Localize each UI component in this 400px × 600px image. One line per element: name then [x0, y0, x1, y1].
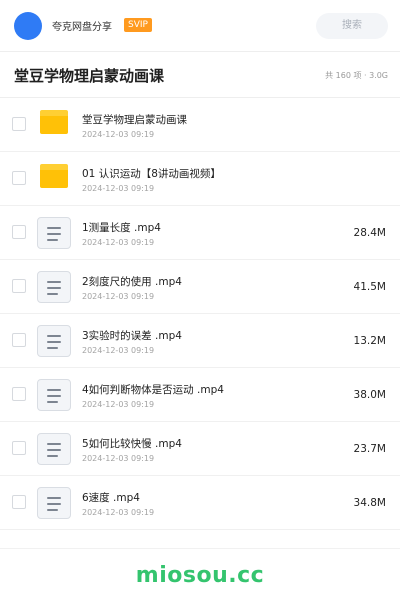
item-date: 2024-12-03 09:19: [82, 346, 155, 355]
item-size: 23.7M: [353, 443, 386, 455]
top-bar: 夸克网盘分享 SVIP 搜索: [0, 0, 400, 52]
select-checkbox[interactable]: [12, 441, 26, 455]
item-size: 13.2M: [353, 335, 386, 347]
select-checkbox[interactable]: [12, 495, 26, 509]
video-file-icon: [37, 325, 71, 357]
item-size: 38.0M: [353, 389, 386, 401]
item-date: 2024-12-03 09:19: [82, 130, 155, 139]
item-date: 2024-12-03 09:19: [82, 508, 155, 517]
select-checkbox[interactable]: [12, 171, 26, 185]
avatar[interactable]: [14, 12, 42, 40]
footer: miosou.cc: [0, 548, 400, 600]
folder-icon: [40, 164, 68, 188]
item-name: 3实验时的误差 .mp4: [82, 330, 182, 342]
item-name: 2刻度尺的使用 .mp4: [82, 276, 182, 288]
list-item[interactable]: 1测量长度 .mp4 2024-12-03 09:19 28.4M: [0, 206, 400, 260]
list-item[interactable]: 5如何比较快慢 .mp4 2024-12-03 09:19 23.7M: [0, 422, 400, 476]
select-checkbox[interactable]: [12, 225, 26, 239]
select-checkbox[interactable]: [12, 279, 26, 293]
item-size: 34.8M: [353, 497, 386, 509]
list-item[interactable]: 01 认识运动【8讲动画视频】 2024-12-03 09:19: [0, 152, 400, 206]
select-checkbox[interactable]: [12, 387, 26, 401]
item-size: 41.5M: [353, 281, 386, 293]
list-item[interactable]: 3实验时的误差 .mp4 2024-12-03 09:19 13.2M: [0, 314, 400, 368]
list-item[interactable]: 2刻度尺的使用 .mp4 2024-12-03 09:19 41.5M: [0, 260, 400, 314]
item-date: 2024-12-03 09:19: [82, 238, 155, 247]
video-file-icon: [37, 433, 71, 465]
page-title: 堂豆学物理启蒙动画课: [14, 67, 165, 85]
watermark: miosou.cc: [135, 563, 265, 588]
item-name: 6速度 .mp4: [82, 492, 140, 504]
video-file-icon: [37, 217, 71, 249]
svip-badge: SVIP: [124, 18, 152, 32]
item-name: 01 认识运动【8讲动画视频】: [82, 168, 221, 180]
folder-icon: [40, 110, 68, 134]
item-name: 5如何比较快慢 .mp4: [82, 438, 182, 450]
select-checkbox[interactable]: [12, 333, 26, 347]
share-username: 夸克网盘分享: [52, 22, 112, 33]
video-file-icon: [37, 487, 71, 519]
folder-header: 堂豆学物理启蒙动画课 共 160 项 · 3.0G: [0, 52, 400, 98]
item-date: 2024-12-03 09:19: [82, 454, 155, 463]
item-date: 2024-12-03 09:19: [82, 400, 155, 409]
video-file-icon: [37, 379, 71, 411]
item-name: 1测量长度 .mp4: [82, 222, 161, 234]
item-size: 28.4M: [353, 227, 386, 239]
item-name: 4如何判断物体是否运动 .mp4: [82, 384, 224, 396]
item-date: 2024-12-03 09:19: [82, 292, 155, 301]
search-button[interactable]: 搜索: [316, 13, 388, 39]
item-name: 堂豆学物理启蒙动画课: [82, 114, 187, 126]
item-date: 2024-12-03 09:19: [82, 184, 155, 193]
list-item[interactable]: 6速度 .mp4 2024-12-03 09:19 34.8M: [0, 476, 400, 530]
video-file-icon: [37, 271, 71, 303]
item-count-summary: 共 160 项 · 3.0G: [325, 71, 388, 80]
list-item[interactable]: 堂豆学物理启蒙动画课 2024-12-03 09:19: [0, 98, 400, 152]
file-list: 堂豆学物理启蒙动画课 2024-12-03 09:19 01 认识运动【8讲动画…: [0, 98, 400, 530]
list-item[interactable]: 4如何判断物体是否运动 .mp4 2024-12-03 09:19 38.0M: [0, 368, 400, 422]
select-checkbox[interactable]: [12, 117, 26, 131]
